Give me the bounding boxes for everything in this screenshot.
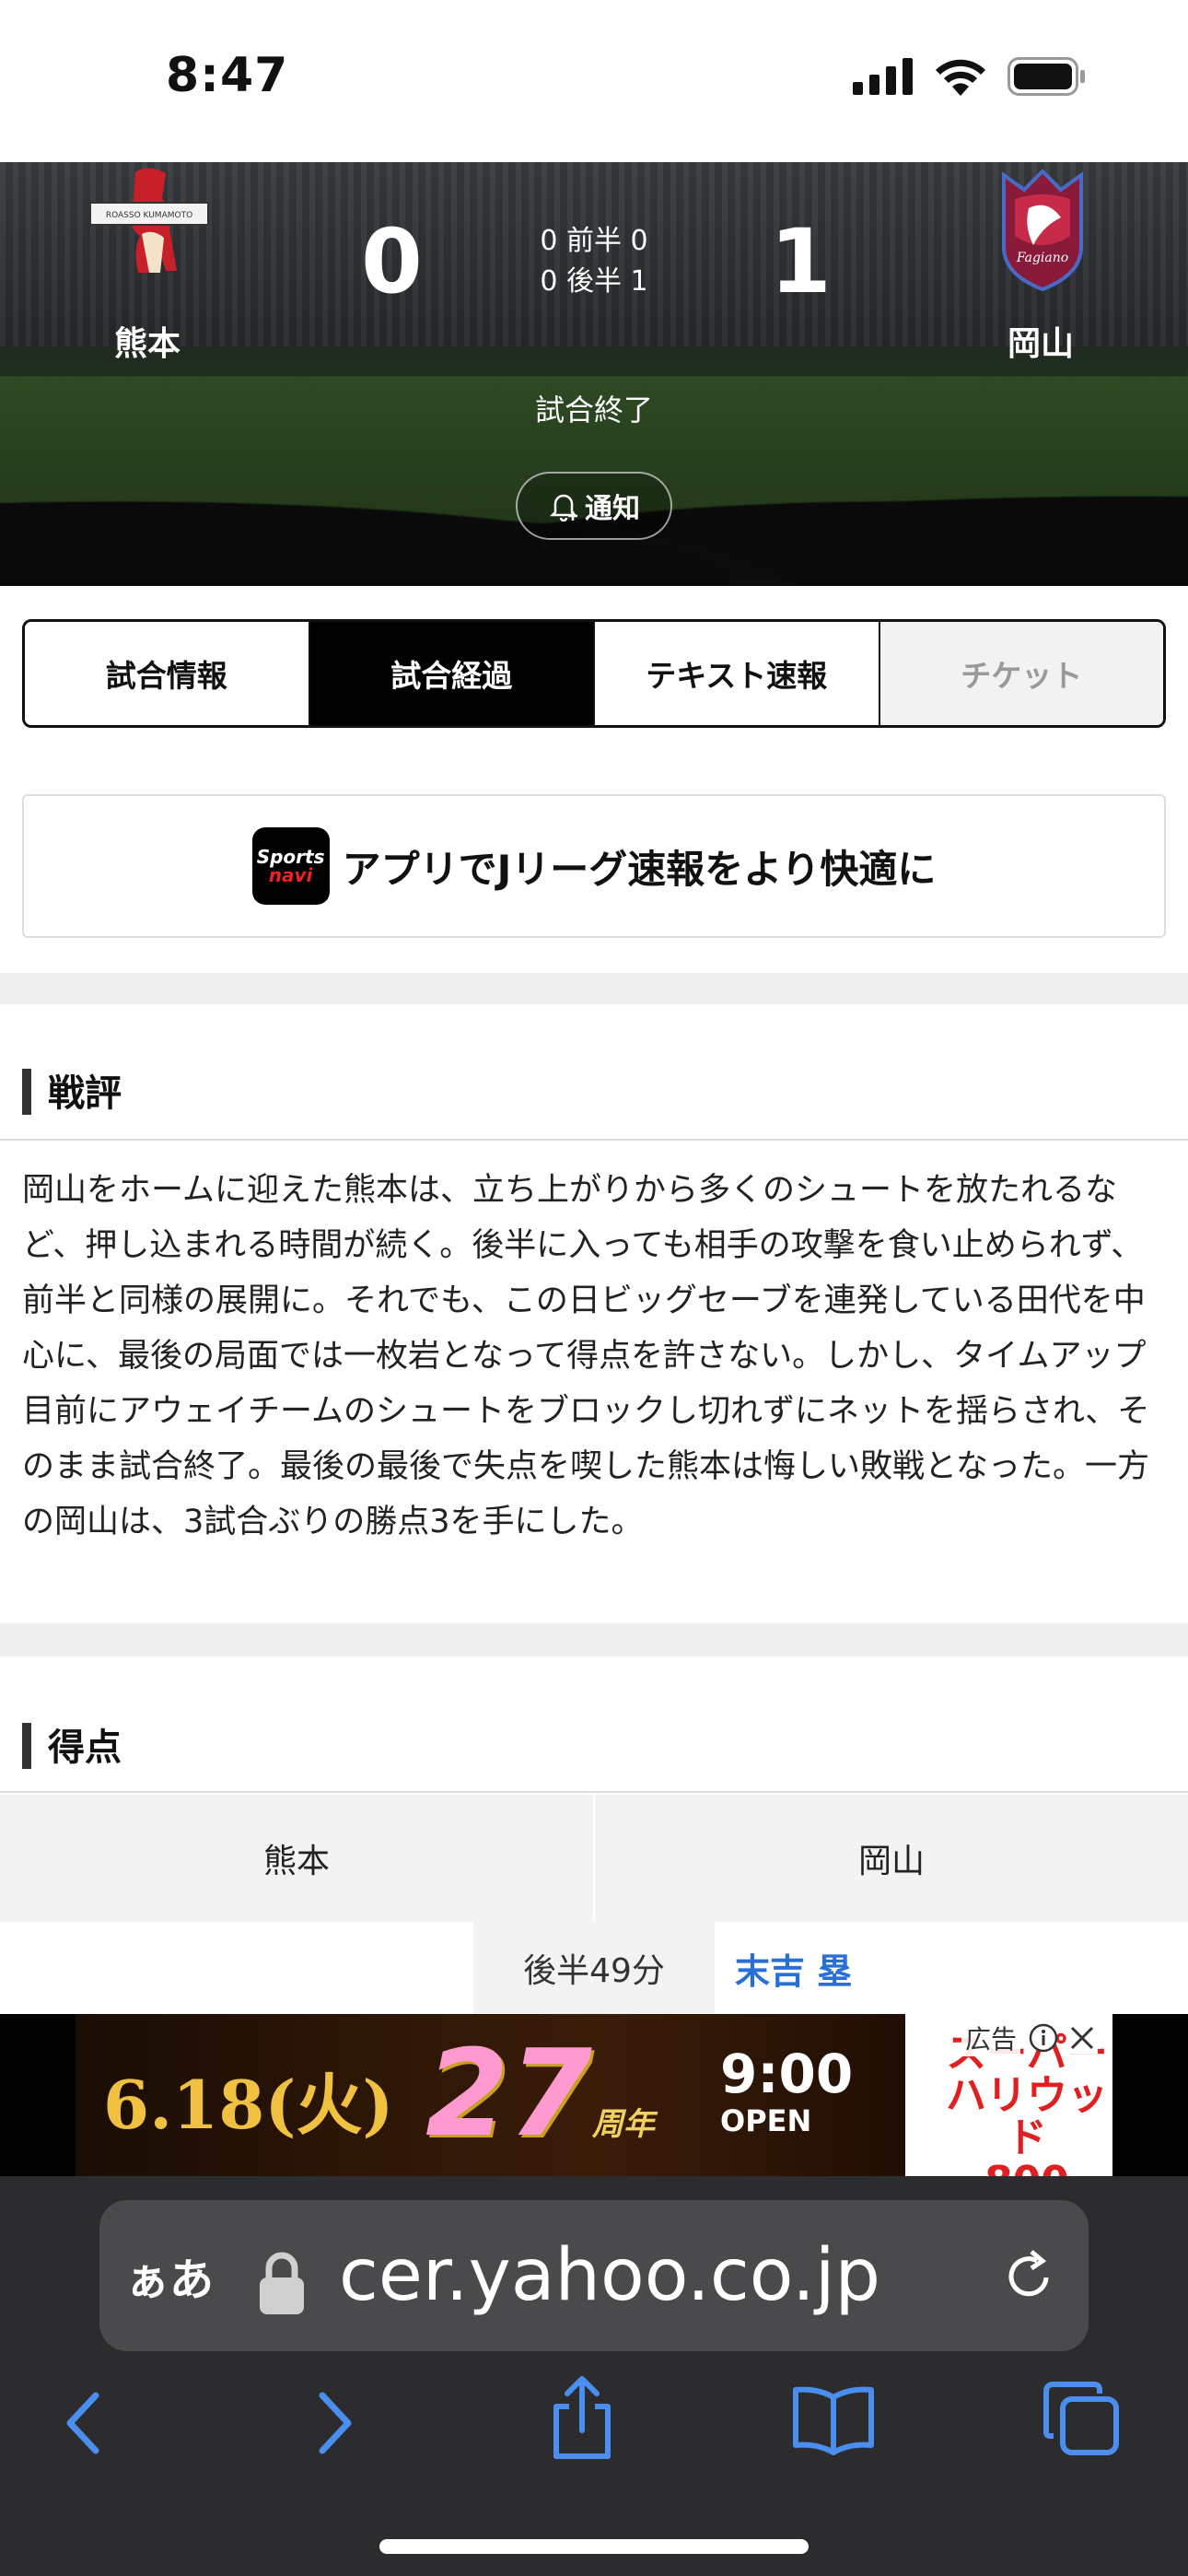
reader-settings-button[interactable]: ぁあ — [125, 2243, 214, 2308]
reload-icon[interactable] — [1004, 2248, 1055, 2303]
app-promo-banner[interactable]: Sports navi アプリでJリーグ速報をより快適に — [22, 794, 1166, 938]
goal-time: 後半49分 — [473, 1922, 715, 2014]
status-time: 8:47 — [166, 48, 289, 103]
review-body: 岡山をホームに迎えた熊本は、立ち上がりから多くのシュートを放たれるなど、押し込ま… — [22, 1172, 1150, 1540]
roasso-kumamoto-crest-icon[interactable]: ROASSO KUMAMOTO — [85, 162, 214, 291]
forward-icon[interactable] — [308, 2386, 363, 2460]
home-team-name: 熊本 — [113, 325, 181, 363]
app-icon-text-navi: navi — [268, 864, 313, 886]
ad-label-text: 広告 — [961, 2020, 1021, 2056]
ad-anniv-value: 27 — [425, 2023, 592, 2163]
match-status: 試合終了 — [534, 392, 653, 427]
cellular-signal-icon — [853, 58, 913, 95]
ad-brand-line-2: ハリウッド — [946, 2072, 1108, 2162]
goals-section-title: 得点 — [22, 1717, 122, 1771]
ad-brand-line-3: 800 — [984, 2158, 1069, 2176]
ad-anniv-suffix: 周年 — [591, 2106, 655, 2143]
away-team-name: 岡山 — [1007, 325, 1074, 363]
close-icon[interactable] — [1066, 2022, 1099, 2054]
section-gap — [0, 1623, 1188, 1657]
svg-text:Fagiano: Fagiano — [1016, 251, 1068, 265]
tabs-icon[interactable] — [1041, 2379, 1122, 2458]
match-tabs: 試合情報 試合経過 テキスト速報 チケット — [22, 619, 1166, 728]
ad-info-icon[interactable] — [1028, 2022, 1059, 2054]
bookmarks-icon[interactable] — [790, 2383, 877, 2456]
ad-open-label: OPEN — [720, 2103, 812, 2138]
ad-anniversary-number: 27周年 — [425, 2023, 655, 2163]
home-score: 0 — [361, 210, 423, 313]
tab-match-progress[interactable]: 試合経過 — [309, 622, 595, 725]
home-indicator[interactable] — [379, 2539, 809, 2554]
wifi-icon — [936, 59, 985, 96]
battery-icon — [1007, 57, 1085, 96]
sportsnavi-app-icon: Sports navi — [251, 827, 330, 905]
ad-label: 広告 — [961, 2020, 1099, 2056]
fagiano-okayama-crest-icon[interactable]: Fagiano — [978, 162, 1107, 291]
ad-open-time: 9:00 OPEN — [720, 2047, 853, 2136]
bell-plus-icon — [549, 494, 578, 521]
status-icons — [853, 57, 1087, 96]
url-text[interactable]: cer.yahoo.co.jp — [339, 2234, 880, 2317]
svg-text:ROASSO KUMAMOTO: ROASSO KUMAMOTO — [106, 211, 192, 220]
notify-label: 通知 — [585, 493, 640, 525]
ad-date: 6.18(火) — [103, 2066, 394, 2144]
goals-home-header: 熊本 — [0, 1795, 595, 1922]
ad-creative[interactable]: 6.18(火) 27周年 9:00OPEN スーパーハリウッド800 — [76, 2014, 1112, 2176]
second-half-score: 0 後半 1 — [540, 265, 648, 298]
section-gap — [0, 973, 1188, 1004]
goals-table-header: 熊本 岡山 — [0, 1795, 1188, 1922]
tab-tickets[interactable]: チケット — [879, 622, 1163, 725]
app-promo-text: アプリでJリーグ速報をより快適に — [342, 846, 937, 892]
address-bar[interactable]: ぁあ cer.yahoo.co.jp — [99, 2200, 1089, 2351]
divider — [0, 1791, 1188, 1793]
back-icon[interactable] — [55, 2386, 111, 2460]
match-header: ROASSO KUMAMOTO 熊本 Fagiano 岡山 0 1 0 前半 0… — [0, 162, 1188, 586]
browser-toolbar — [0, 2368, 1188, 2478]
tab-text-live[interactable]: テキスト速報 — [595, 622, 880, 725]
lock-icon — [260, 2252, 304, 2314]
review-section-title: 戦評 — [22, 1063, 122, 1117]
tab-match-info[interactable]: 試合情報 — [25, 622, 310, 725]
divider — [0, 1139, 1188, 1141]
ad-open-time-value: 9:00 — [720, 2043, 854, 2105]
goals-away-header: 岡山 — [857, 1843, 925, 1880]
first-half-score: 0 前半 0 — [540, 225, 648, 257]
notify-button[interactable]: 通知 — [516, 472, 672, 540]
away-score: 1 — [770, 210, 832, 313]
share-icon[interactable] — [545, 2375, 619, 2460]
table-row: 後半49分 末吉 塁 — [0, 1922, 1188, 2014]
goal-scorer-link[interactable]: 末吉 塁 — [735, 1922, 852, 2014]
status-bar: 8:47 — [0, 0, 1188, 162]
